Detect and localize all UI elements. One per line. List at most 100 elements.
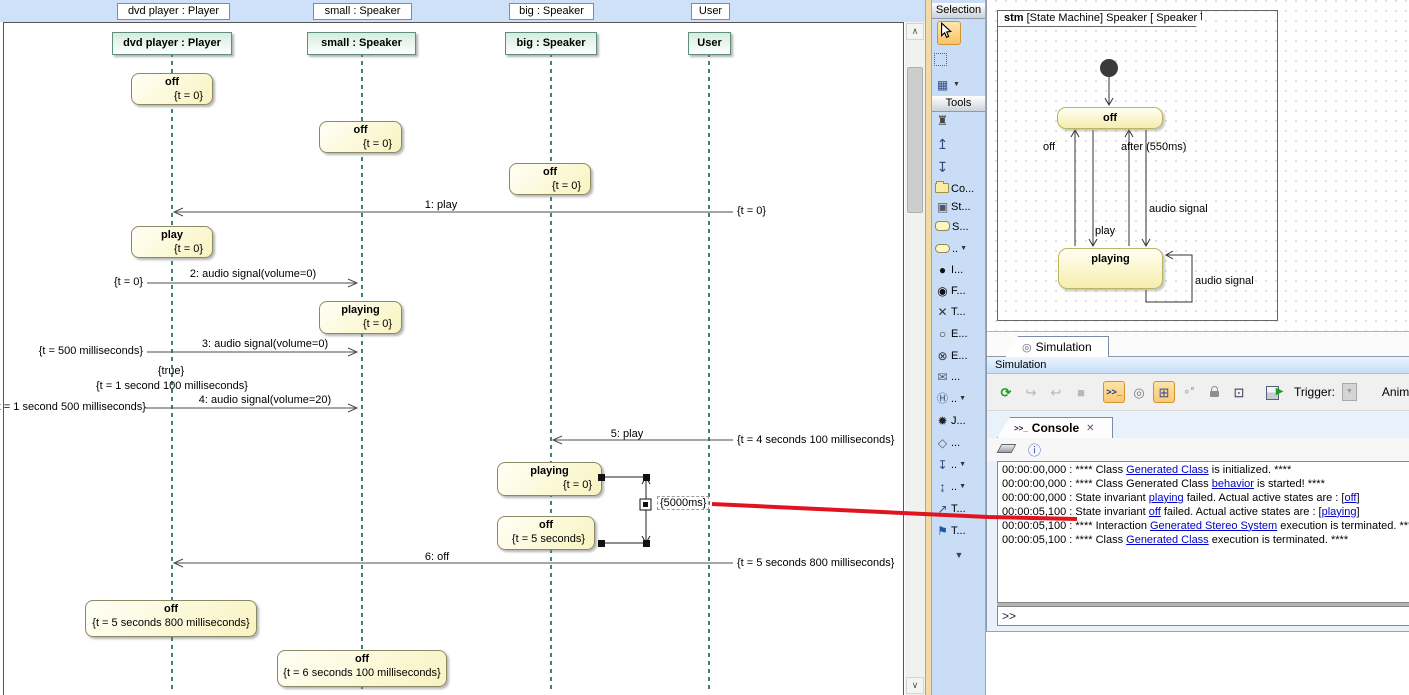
info-button[interactable]: ⓘ — [1028, 440, 1041, 459]
tab-simulation[interactable]: ◎ Simulation — [1005, 336, 1109, 357]
fork-icon: ↧ — [934, 456, 951, 474]
instances-button[interactable]: ∘° — [1178, 381, 1200, 403]
palette-item-transition-to-self[interactable]: ⚑T... — [934, 522, 984, 540]
message-label[interactable]: 5: play — [577, 428, 677, 440]
cursor-tool-button[interactable] — [937, 21, 961, 45]
console-output[interactable]: 00:00:00,000 : **** Class Generated Clas… — [997, 461, 1409, 603]
server-icon: ▶ — [1266, 386, 1279, 400]
palette-item-final-state[interactable]: ◉F... — [934, 282, 984, 300]
transition-label[interactable]: audio signal — [1195, 275, 1254, 287]
transition-label[interactable]: after (550ms) — [1121, 141, 1186, 153]
duration-constraint-label[interactable]: {5000ms} — [657, 496, 709, 510]
time-constraint[interactable]: {t = 0} — [737, 205, 766, 217]
step-into-button[interactable]: ↪ — [1020, 381, 1042, 403]
time-constraint[interactable]: {t = 4 seconds 100 milliseconds} — [737, 434, 894, 446]
transition-label[interactable]: audio signal — [1149, 203, 1208, 215]
transition-off[interactable] — [1071, 130, 1079, 246]
guard-label[interactable]: {true} — [121, 365, 221, 377]
distribute-up-button[interactable]: ↥ — [934, 135, 984, 153]
message-label[interactable]: 2: audio signal(volume=0) — [178, 268, 328, 280]
palette-item-choice[interactable]: ◇... — [934, 434, 984, 452]
link-generated-stereo-system[interactable]: Generated Stereo System — [1150, 520, 1277, 532]
link-off[interactable]: off — [1149, 506, 1161, 518]
message-label[interactable]: 3: audio signal(volume=0) — [190, 338, 340, 350]
scroll-up-icon[interactable]: ∧ — [906, 23, 924, 40]
initial-transition[interactable] — [1105, 77, 1113, 105]
palette-section-selection[interactable]: Selection — [932, 3, 985, 19]
transition-label[interactable]: play — [1095, 225, 1115, 237]
chevron-down-icon: ▼ — [960, 245, 967, 252]
stamp-tool-button[interactable]: ♜ — [934, 112, 984, 130]
export-button[interactable]: ▶ — [1261, 381, 1283, 403]
console-tab-strip: >>_ Console ✕ — [987, 411, 1409, 438]
active-states-button[interactable]: ⊞ — [1153, 381, 1175, 403]
palette-item-join[interactable]: ✹J... — [934, 412, 984, 430]
link-generated-class[interactable]: Generated Class — [1126, 534, 1209, 546]
terminate-button[interactable]: ■ — [1070, 381, 1092, 403]
link-behavior[interactable]: behavior — [1212, 478, 1254, 490]
message-label[interactable]: 6: off — [387, 551, 487, 563]
folder-icon — [935, 183, 949, 193]
stm-state-playing[interactable]: playing — [1058, 248, 1163, 289]
marquee-select-button[interactable] — [934, 50, 984, 68]
open-diagram-button[interactable]: ⊡ — [1228, 381, 1250, 403]
palette-item-entry-point[interactable]: ○E... — [934, 325, 984, 343]
palette-item-signal[interactable]: ✉... — [934, 368, 984, 386]
transition-label[interactable]: off — [1043, 141, 1055, 153]
step-over-button[interactable]: ↩ — [1045, 381, 1067, 403]
link-playing[interactable]: playing — [1322, 506, 1357, 518]
console-prompt-input[interactable]: >> — [997, 606, 1409, 626]
diagram-palette: Selection ▦▼ Tools ♜ ↥ ↧ Co... ▣St... S.… — [932, 0, 986, 695]
time-constraint[interactable]: {t = 1 second 500 milliseconds} — [0, 401, 145, 413]
palette-item-state[interactable]: S... — [934, 218, 984, 236]
palette-item-stm-tools[interactable]: ▣St... — [934, 198, 984, 216]
palette-item-terminate[interactable]: ✕T... — [934, 303, 984, 321]
trigger-select[interactable]: ▼ — [1342, 383, 1357, 401]
palette-item-composite-state[interactable]: ..▼ — [934, 240, 984, 258]
stm-diagram-canvas[interactable]: stm [State Machine] Speaker [ Speaker ] … — [986, 0, 1409, 331]
chevron-down-icon: ▼ — [959, 483, 966, 490]
seq-vertical-scrollbar[interactable]: ∧ ∨ — [905, 22, 925, 695]
scrollbar-thumb[interactable] — [907, 67, 923, 213]
palette-scroll-more-button[interactable]: ▼ — [934, 546, 984, 564]
history-icon: Ⓗ — [934, 390, 951, 408]
message-label[interactable]: 4: audio signal(volume=20) — [190, 394, 340, 406]
restart-button[interactable]: ⟳ — [995, 381, 1017, 403]
message-2-audio-signal[interactable] — [147, 279, 357, 287]
palette-item-fork-horizontal[interactable]: ↨..▼ — [934, 478, 984, 496]
window-splitter[interactable] — [925, 0, 932, 695]
time-constraint[interactable]: {t = 0} — [63, 276, 143, 288]
link-generated-class[interactable]: Generated Class — [1126, 464, 1209, 476]
palette-item-transition[interactable]: ↗T... — [934, 500, 984, 518]
time-constraint[interactable]: {t = 5 seconds 800 milliseconds} — [737, 557, 894, 569]
palette-item-exit-point[interactable]: ⊗E... — [934, 347, 984, 365]
palette-item-containment[interactable]: Co... — [934, 180, 984, 198]
palette-item-initial[interactable]: ●I... — [934, 261, 984, 279]
initial-node[interactable] — [1100, 59, 1118, 77]
stm-state-off[interactable]: off — [1057, 107, 1163, 129]
eraser-icon — [997, 444, 1017, 453]
magicdraw-simulation-window: { "seq": { "column_headers": ["dvd playe… — [0, 0, 1409, 695]
scroll-down-icon[interactable]: ∨ — [906, 677, 924, 694]
link-playing[interactable]: playing — [1149, 492, 1184, 504]
selection-handles[interactable] — [598, 474, 651, 547]
close-icon[interactable]: ✕ — [1086, 423, 1094, 434]
simulation-options-button[interactable]: ◎ — [1128, 381, 1150, 403]
palette-item-history[interactable]: Ⓗ..▼ — [934, 390, 984, 408]
simulation-panel: ◎ Simulation Simulation ⟳ ↪ ↩ ■ >>_ ◎ ⊞ … — [986, 331, 1409, 632]
palette-section-tools[interactable]: Tools — [932, 96, 985, 112]
message-label[interactable]: 1: play — [391, 199, 491, 211]
multi-select-button[interactable]: ▦▼ — [934, 76, 984, 94]
palette-item-fork[interactable]: ↧..▼ — [934, 456, 984, 474]
composite-state-icon — [935, 244, 950, 253]
distribute-down-button[interactable]: ↧ — [934, 158, 984, 176]
stm-window-icon: ▣ — [934, 198, 951, 216]
tab-console[interactable]: >>_ Console ✕ — [997, 417, 1113, 438]
clear-console-button[interactable] — [999, 444, 1014, 456]
link-off[interactable]: off — [1344, 492, 1356, 504]
time-constraint[interactable]: {t = 1 second 100 milliseconds} — [96, 380, 246, 392]
final-state-icon: ◉ — [934, 282, 951, 300]
time-constraint[interactable]: {t = 500 milliseconds} — [28, 345, 143, 357]
lock-button[interactable] — [1203, 381, 1225, 403]
console-toggle-button[interactable]: >>_ — [1103, 381, 1125, 403]
